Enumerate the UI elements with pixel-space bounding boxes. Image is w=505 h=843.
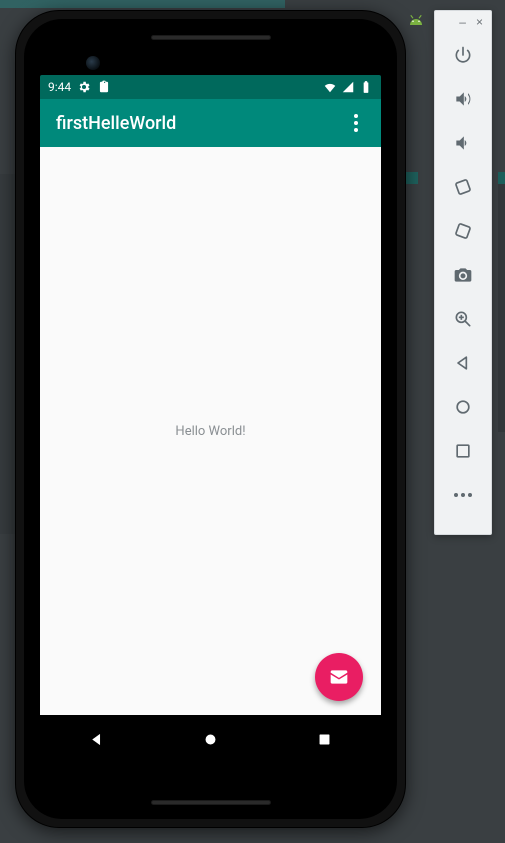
emulator-titlebar: – × — [435, 11, 491, 33]
ide-edge-a — [406, 172, 418, 184]
speaker-top — [151, 35, 271, 40]
overflow-menu-button[interactable] — [347, 114, 365, 132]
square-recents-icon — [453, 441, 473, 461]
volume-down-icon — [453, 133, 473, 153]
nav-home-button[interactable] — [190, 719, 230, 759]
camera-icon — [453, 265, 473, 285]
sidebar-back-button[interactable] — [440, 341, 486, 385]
mail-icon — [329, 667, 349, 687]
bugdroid-icon — [407, 10, 425, 22]
ide-edge-b — [498, 172, 505, 432]
app-content: Hello World! — [40, 147, 381, 715]
android-status-bar: 9:44 — [40, 75, 381, 99]
sidebar-recents-button[interactable] — [440, 429, 486, 473]
ide-edge-c — [498, 172, 505, 184]
nav-recents-button[interactable] — [304, 719, 344, 759]
triangle-back-icon — [453, 353, 473, 373]
phone-bezel: 9:44 — [24, 19, 397, 819]
screenshot-button[interactable] — [440, 253, 486, 297]
volume-up-icon — [453, 89, 473, 109]
more-options-button[interactable] — [440, 473, 486, 517]
minimize-button[interactable]: – — [459, 15, 466, 29]
rotate-left-button[interactable] — [440, 165, 486, 209]
dots-horizontal-icon — [454, 493, 472, 497]
app-bar: firstHelleWorld — [40, 99, 381, 147]
battery-icon — [359, 80, 373, 94]
statusbar-time: 9:44 — [48, 80, 71, 94]
rotate-right-icon — [453, 221, 473, 241]
front-camera — [86, 56, 100, 70]
rotate-left-icon — [453, 177, 473, 197]
zoom-button[interactable] — [440, 297, 486, 341]
close-button[interactable]: × — [476, 15, 483, 29]
zoom-in-icon — [453, 309, 473, 329]
fab-mail-button[interactable] — [315, 653, 363, 701]
dots-vertical-icon — [354, 114, 358, 118]
circle-home-icon — [453, 397, 473, 417]
sidebar-home-button[interactable] — [440, 385, 486, 429]
app-title: firstHelleWorld — [56, 113, 176, 134]
signal-icon — [341, 80, 355, 94]
wifi-icon — [323, 80, 337, 94]
rotate-right-button[interactable] — [440, 209, 486, 253]
square-recents-icon — [316, 731, 333, 748]
ide-bg-stripe — [0, 0, 505, 8]
phone-device-frame: 9:44 — [15, 10, 406, 828]
hello-world-text: Hello World! — [175, 424, 245, 439]
volume-up-button[interactable] — [440, 77, 486, 121]
clipboard-icon — [97, 80, 111, 94]
emulator-sidebar: – × — [434, 10, 492, 535]
speaker-bottom — [151, 800, 271, 805]
nav-back-button[interactable] — [77, 719, 117, 759]
circle-home-icon — [202, 731, 219, 748]
triangle-back-icon — [88, 731, 105, 748]
android-nav-bar — [40, 715, 381, 763]
power-button[interactable] — [440, 33, 486, 77]
phone-screen: 9:44 — [40, 75, 381, 763]
volume-down-button[interactable] — [440, 121, 486, 165]
gear-icon — [77, 80, 91, 94]
power-icon — [453, 45, 473, 65]
